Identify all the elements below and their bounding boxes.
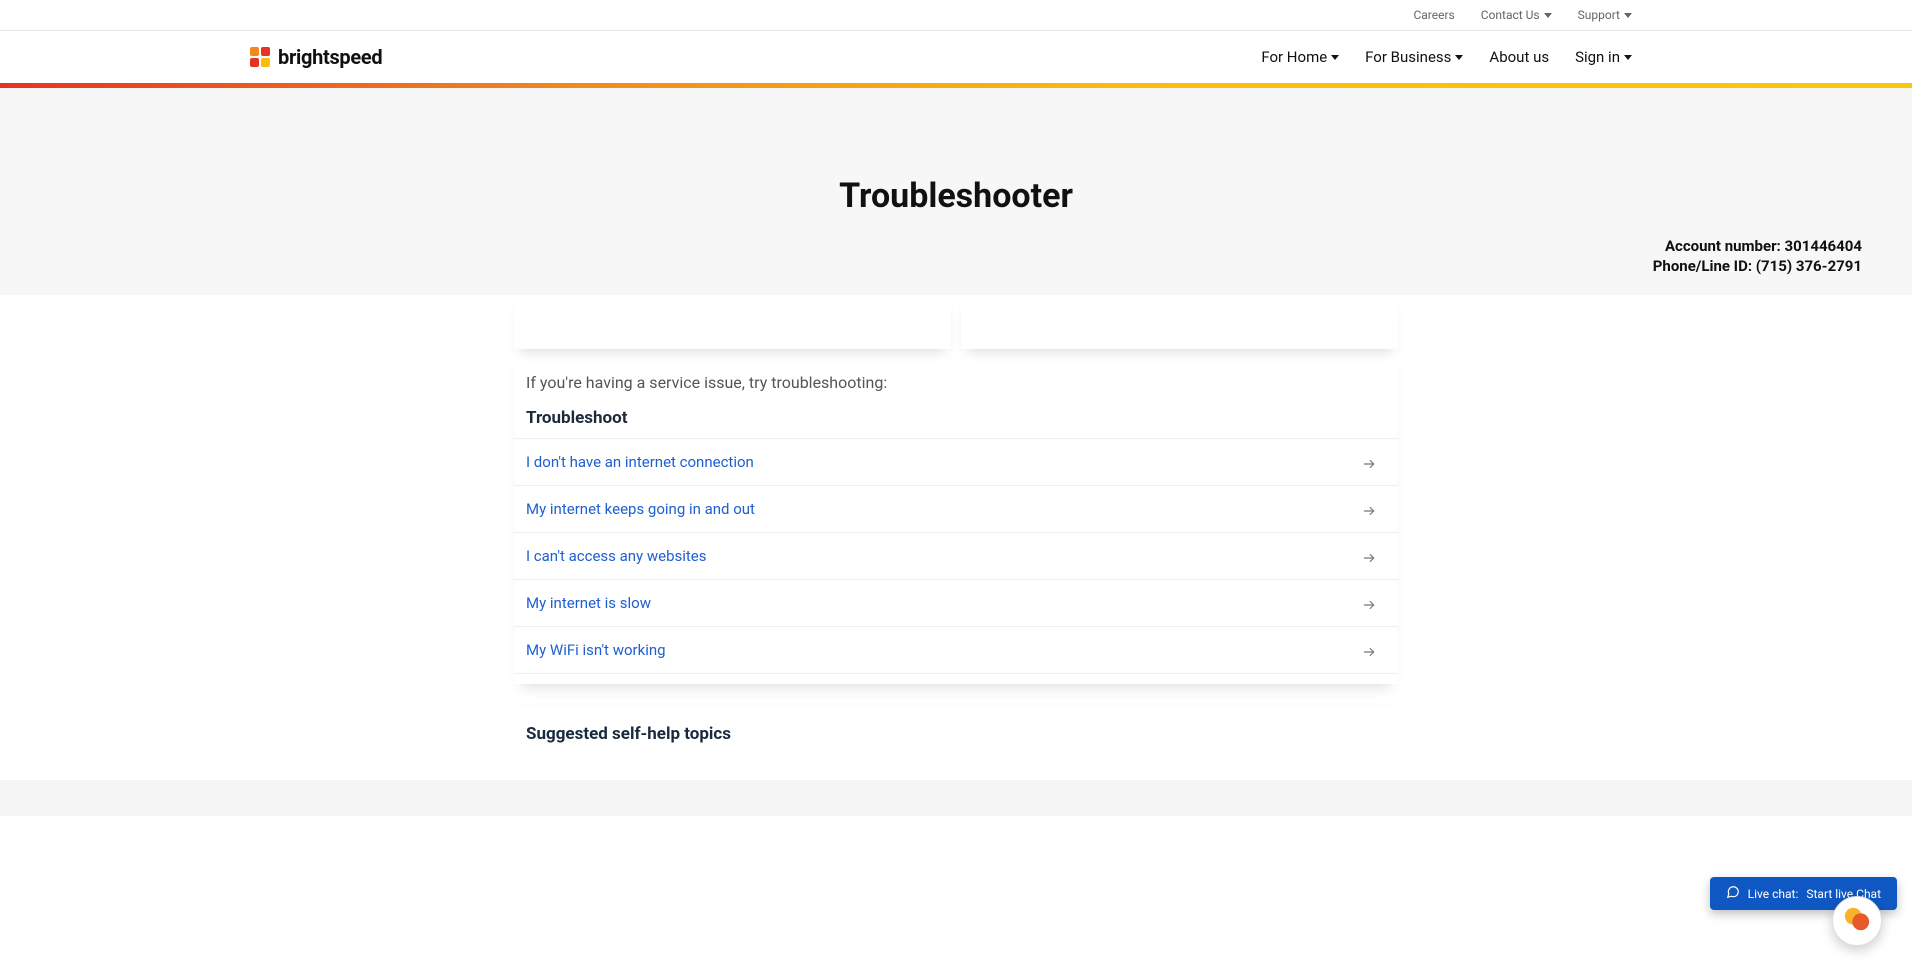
nav-for-business-label: For Business xyxy=(1365,48,1451,66)
hero: Troubleshooter Account number: 301446404… xyxy=(0,88,1912,295)
nav-for-home-label: For Home xyxy=(1261,48,1327,66)
chevron-down-icon xyxy=(1624,13,1632,18)
troubleshoot-row[interactable]: My WiFi isn't working xyxy=(514,626,1398,674)
nav-links: For Home For Business About us Sign in xyxy=(1261,48,1632,66)
chat-icon xyxy=(1726,885,1740,902)
troubleshoot-row-label: I don't have an internet connection xyxy=(526,453,754,471)
arrow-right-icon xyxy=(1362,644,1374,656)
troubleshoot-card: If you're having a service issue, try tr… xyxy=(514,349,1398,684)
phone-line-label: Phone/Line ID: xyxy=(1653,257,1752,275)
suggested-card: Suggested self-help topics xyxy=(514,706,1398,750)
support-label: Support xyxy=(1578,8,1620,22)
careers-link[interactable]: Careers xyxy=(1413,8,1454,22)
intro-text: If you're having a service issue, try tr… xyxy=(514,373,1398,408)
blank-card-left xyxy=(514,295,951,349)
nav-sign-in-label: Sign in xyxy=(1575,48,1620,66)
nav-sign-in[interactable]: Sign in xyxy=(1575,48,1632,66)
arrow-right-icon xyxy=(1362,503,1374,515)
troubleshoot-row[interactable]: I don't have an internet connection xyxy=(514,438,1398,485)
blank-card-right xyxy=(961,295,1398,349)
page-title: Troubleshooter xyxy=(0,176,1912,216)
contact-us-label: Contact Us xyxy=(1481,8,1540,22)
chat-bubbles-icon xyxy=(1842,904,1872,938)
utility-bar: Careers Contact Us Support xyxy=(0,0,1912,31)
logo[interactable]: brightspeed xyxy=(250,45,382,69)
account-number-label: Account number: xyxy=(1665,237,1781,255)
main-nav: brightspeed For Home For Business About … xyxy=(0,31,1912,83)
chevron-down-icon xyxy=(1544,13,1552,18)
brand-text: brightspeed xyxy=(278,45,382,69)
chevron-down-icon xyxy=(1624,55,1632,60)
chevron-down-icon xyxy=(1331,55,1339,60)
chat-bubble-button[interactable] xyxy=(1832,896,1882,946)
troubleshoot-row[interactable]: My internet is slow xyxy=(514,579,1398,626)
phone-line-value: (715) 376-2791 xyxy=(1756,257,1862,275)
troubleshoot-row[interactable]: My internet keeps going in and out xyxy=(514,485,1398,532)
nav-for-business[interactable]: For Business xyxy=(1365,48,1463,66)
troubleshoot-heading: Troubleshoot xyxy=(514,408,1398,438)
troubleshoot-row-label: My internet is slow xyxy=(526,594,651,612)
arrow-right-icon xyxy=(1362,456,1374,468)
account-number-value: 301446404 xyxy=(1785,237,1862,255)
troubleshoot-row[interactable]: I can't access any websites xyxy=(514,532,1398,579)
contact-us-link[interactable]: Contact Us xyxy=(1481,8,1552,22)
arrow-right-icon xyxy=(1362,597,1374,609)
nav-about-us[interactable]: About us xyxy=(1489,48,1549,66)
live-chat-prefix: Live chat: xyxy=(1748,887,1799,901)
account-info: Account number: 301446404 Phone/Line ID:… xyxy=(0,236,1912,277)
suggested-heading: Suggested self-help topics xyxy=(526,724,1386,744)
troubleshoot-row-label: My WiFi isn't working xyxy=(526,641,666,659)
troubleshoot-row-label: I can't access any websites xyxy=(526,547,707,565)
troubleshoot-row-label: My internet keeps going in and out xyxy=(526,500,755,518)
nav-for-home[interactable]: For Home xyxy=(1261,48,1339,66)
arrow-right-icon xyxy=(1362,550,1374,562)
chevron-down-icon xyxy=(1455,55,1463,60)
support-link[interactable]: Support xyxy=(1578,8,1632,22)
top-cards-row xyxy=(514,295,1398,349)
footer-strip xyxy=(0,780,1912,816)
logo-icon xyxy=(250,47,270,67)
